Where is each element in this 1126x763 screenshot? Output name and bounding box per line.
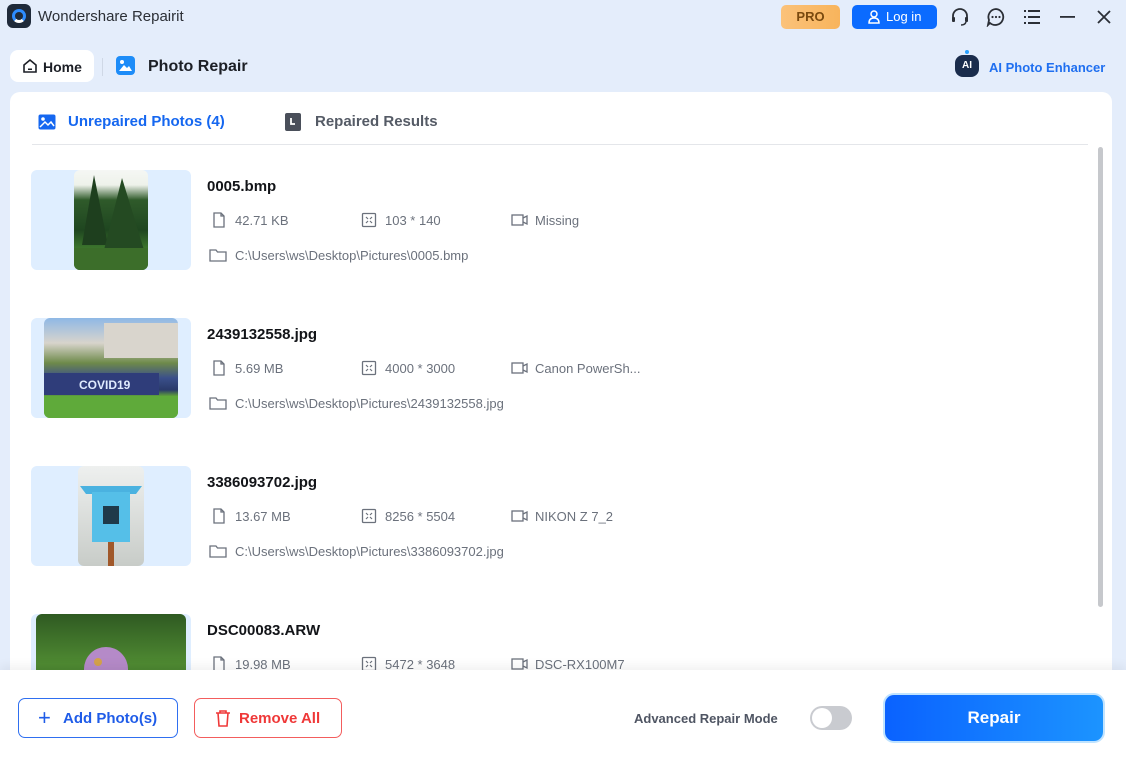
file-icon <box>213 360 225 376</box>
user-icon <box>868 10 880 24</box>
document-icon <box>285 113 301 131</box>
headset-icon[interactable] <box>950 7 970 27</box>
list-item[interactable]: 3386093702.jpg 13.67 MB 8256 * 5504 NIKO… <box>31 466 1071 566</box>
file-name: 3386093702.jpg <box>207 474 318 491</box>
app-title: Wondershare Repairit <box>38 8 184 25</box>
pro-badge[interactable]: PRO <box>781 5 840 29</box>
ai-robot-icon: AI <box>955 50 979 77</box>
dimensions-icon <box>361 212 377 228</box>
file-name: 0005.bmp <box>207 178 277 195</box>
login-button[interactable]: Log in <box>852 5 937 29</box>
add-photos-button[interactable]: + Add Photo(s) <box>18 698 178 738</box>
camera-icon <box>511 214 528 226</box>
photo-thumbnail: COVID19 <box>44 318 178 418</box>
close-icon[interactable] <box>1094 7 1114 27</box>
folder-icon <box>209 545 227 558</box>
remove-all-label: Remove All <box>239 710 321 727</box>
thumbnail-frame <box>31 614 191 670</box>
list-item[interactable]: DSC00083.ARW 19.98 MB 5472 * 3648 DSC-RX… <box>31 614 1071 670</box>
tab-label: Repaired Results <box>315 113 438 130</box>
scrollbar[interactable] <box>1098 147 1103 607</box>
tab-divider <box>32 144 1088 145</box>
photo-thumbnail <box>36 614 186 670</box>
camera-icon <box>511 658 528 670</box>
photo-repair-icon <box>116 56 135 75</box>
thumbnail-frame <box>31 466 191 566</box>
plus-icon: + <box>38 705 51 730</box>
list-item[interactable]: COVID19 2439132558.jpg 5.69 MB 4000 * 30… <box>31 318 1071 418</box>
file-icon <box>213 508 225 524</box>
file-name: 2439132558.jpg <box>207 326 318 343</box>
advanced-repair-mode-label: Advanced Repair Mode <box>634 711 778 726</box>
menu-icon[interactable] <box>1022 7 1042 27</box>
home-label: Home <box>43 59 82 75</box>
image-icon <box>38 114 56 130</box>
ai-enhancer-label: AI Photo Enhancer <box>989 60 1106 75</box>
dimensions-icon <box>361 656 377 670</box>
home-icon <box>23 58 37 73</box>
main-panel: Unrepaired Photos (4) Repaired Results 0… <box>10 92 1112 763</box>
tab-label: Unrepaired Photos (4) <box>68 113 225 130</box>
advanced-repair-toggle[interactable] <box>810 706 852 730</box>
app-logo-icon <box>7 4 31 28</box>
repair-button[interactable]: Repair <box>885 695 1103 741</box>
dimensions-icon <box>361 508 377 524</box>
home-button[interactable]: Home <box>10 50 94 82</box>
nav-divider <box>102 58 103 76</box>
trash-icon <box>216 710 230 727</box>
chat-icon[interactable] <box>986 7 1006 27</box>
photo-list: 0005.bmp 42.71 KB 103 * 140 Missing C:\U… <box>10 152 1112 670</box>
page-title: Photo Repair <box>148 58 248 75</box>
minimize-icon[interactable] <box>1058 7 1078 27</box>
camera-icon <box>511 510 528 522</box>
remove-all-button[interactable]: Remove All <box>194 698 342 738</box>
thumbnail-frame: COVID19 <box>31 318 191 418</box>
folder-icon <box>209 249 227 262</box>
list-item[interactable]: 0005.bmp 42.71 KB 103 * 140 Missing C:\U… <box>31 170 1071 270</box>
photo-thumbnail <box>78 466 144 566</box>
svg-text:COVID19: COVID19 <box>79 378 131 392</box>
title-bar: Wondershare Repairit PRO Log in <box>0 0 1126 34</box>
login-label: Log in <box>886 9 922 24</box>
photo-thumbnail <box>74 170 148 270</box>
camera-icon <box>511 362 528 374</box>
add-photos-label: Add Photo(s) <box>63 710 158 727</box>
file-name: DSC00083.ARW <box>207 622 321 639</box>
folder-icon <box>209 397 227 410</box>
dimensions-icon <box>361 360 377 376</box>
footer-bar: + Add Photo(s) Remove All Advanced Repai… <box>0 670 1126 763</box>
file-icon <box>213 656 225 670</box>
file-icon <box>213 212 225 228</box>
thumbnail-frame <box>31 170 191 270</box>
